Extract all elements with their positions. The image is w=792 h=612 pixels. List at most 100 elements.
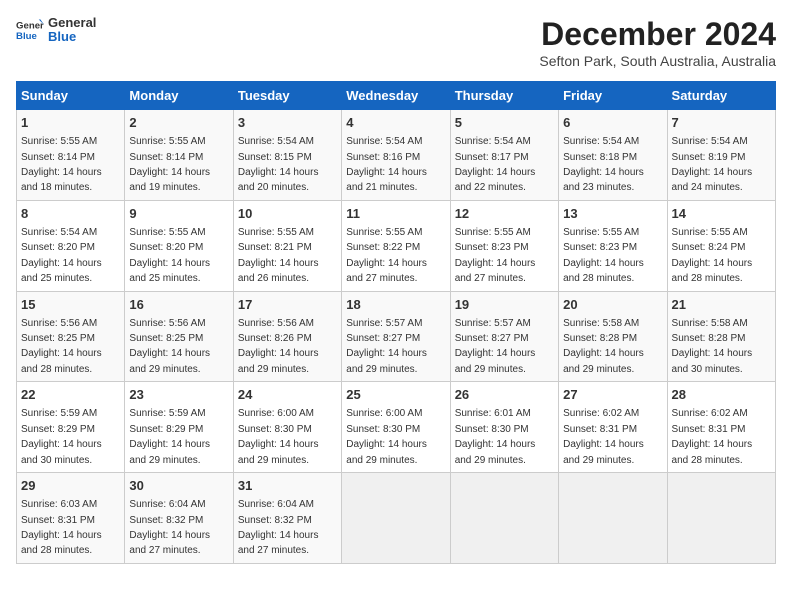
- day-number: 31: [238, 477, 337, 495]
- col-thursday: Thursday: [450, 82, 558, 110]
- table-row: 11 Sunrise: 5:55 AMSunset: 8:22 PMDaylig…: [342, 200, 450, 291]
- location-title: Sefton Park, South Australia, Australia: [539, 53, 776, 69]
- table-row: [342, 473, 450, 564]
- col-saturday: Saturday: [667, 82, 775, 110]
- day-number: 11: [346, 205, 445, 223]
- day-info: Sunrise: 5:58 AMSunset: 8:28 PMDaylight:…: [563, 318, 644, 375]
- logo-line1: General: [48, 16, 96, 30]
- table-row: 21 Sunrise: 5:58 AMSunset: 8:28 PMDaylig…: [667, 291, 775, 382]
- table-row: 2 Sunrise: 5:55 AMSunset: 8:14 PMDayligh…: [125, 110, 233, 201]
- table-row: 23 Sunrise: 5:59 AMSunset: 8:29 PMDaylig…: [125, 382, 233, 473]
- day-number: 4: [346, 114, 445, 132]
- svg-text:Blue: Blue: [16, 31, 37, 42]
- month-title: December 2024: [539, 16, 776, 53]
- day-number: 16: [129, 296, 228, 314]
- day-info: Sunrise: 6:04 AMSunset: 8:32 PMDaylight:…: [129, 499, 210, 556]
- table-row: [450, 473, 558, 564]
- table-row: 9 Sunrise: 5:55 AMSunset: 8:20 PMDayligh…: [125, 200, 233, 291]
- day-info: Sunrise: 6:00 AMSunset: 8:30 PMDaylight:…: [346, 408, 427, 465]
- table-row: 4 Sunrise: 5:54 AMSunset: 8:16 PMDayligh…: [342, 110, 450, 201]
- day-info: Sunrise: 5:55 AMSunset: 8:14 PMDaylight:…: [21, 136, 102, 193]
- day-number: 30: [129, 477, 228, 495]
- table-row: [667, 473, 775, 564]
- day-info: Sunrise: 5:56 AMSunset: 8:25 PMDaylight:…: [129, 318, 210, 375]
- table-row: 19 Sunrise: 5:57 AMSunset: 8:27 PMDaylig…: [450, 291, 558, 382]
- logo-icon: General Blue: [16, 16, 44, 44]
- day-info: Sunrise: 6:00 AMSunset: 8:30 PMDaylight:…: [238, 408, 319, 465]
- day-info: Sunrise: 5:54 AMSunset: 8:18 PMDaylight:…: [563, 136, 644, 193]
- page-header: General Blue General Blue December 2024 …: [16, 16, 776, 69]
- day-info: Sunrise: 5:55 AMSunset: 8:21 PMDaylight:…: [238, 227, 319, 284]
- day-number: 7: [672, 114, 771, 132]
- day-number: 23: [129, 386, 228, 404]
- calendar-week-2: 8 Sunrise: 5:54 AMSunset: 8:20 PMDayligh…: [17, 200, 776, 291]
- day-number: 10: [238, 205, 337, 223]
- day-number: 25: [346, 386, 445, 404]
- day-info: Sunrise: 5:56 AMSunset: 8:25 PMDaylight:…: [21, 318, 102, 375]
- day-number: 12: [455, 205, 554, 223]
- day-info: Sunrise: 5:56 AMSunset: 8:26 PMDaylight:…: [238, 318, 319, 375]
- table-row: 10 Sunrise: 5:55 AMSunset: 8:21 PMDaylig…: [233, 200, 341, 291]
- table-row: 15 Sunrise: 5:56 AMSunset: 8:25 PMDaylig…: [17, 291, 125, 382]
- day-info: Sunrise: 5:57 AMSunset: 8:27 PMDaylight:…: [455, 318, 536, 375]
- day-number: 6: [563, 114, 662, 132]
- day-info: Sunrise: 5:55 AMSunset: 8:23 PMDaylight:…: [455, 227, 536, 284]
- day-number: 22: [21, 386, 120, 404]
- title-area: December 2024 Sefton Park, South Austral…: [539, 16, 776, 69]
- table-row: 8 Sunrise: 5:54 AMSunset: 8:20 PMDayligh…: [17, 200, 125, 291]
- day-info: Sunrise: 5:59 AMSunset: 8:29 PMDaylight:…: [129, 408, 210, 465]
- day-number: 8: [21, 205, 120, 223]
- table-row: 24 Sunrise: 6:00 AMSunset: 8:30 PMDaylig…: [233, 382, 341, 473]
- table-row: 12 Sunrise: 5:55 AMSunset: 8:23 PMDaylig…: [450, 200, 558, 291]
- day-number: 2: [129, 114, 228, 132]
- col-wednesday: Wednesday: [342, 82, 450, 110]
- table-row: 31 Sunrise: 6:04 AMSunset: 8:32 PMDaylig…: [233, 473, 341, 564]
- table-row: 26 Sunrise: 6:01 AMSunset: 8:30 PMDaylig…: [450, 382, 558, 473]
- logo-line2: Blue: [48, 30, 96, 44]
- table-row: 29 Sunrise: 6:03 AMSunset: 8:31 PMDaylig…: [17, 473, 125, 564]
- day-info: Sunrise: 5:54 AMSunset: 8:15 PMDaylight:…: [238, 136, 319, 193]
- day-info: Sunrise: 5:55 AMSunset: 8:23 PMDaylight:…: [563, 227, 644, 284]
- day-info: Sunrise: 6:04 AMSunset: 8:32 PMDaylight:…: [238, 499, 319, 556]
- day-number: 29: [21, 477, 120, 495]
- day-number: 9: [129, 205, 228, 223]
- day-info: Sunrise: 6:03 AMSunset: 8:31 PMDaylight:…: [21, 499, 102, 556]
- logo: General Blue General Blue: [16, 16, 96, 45]
- day-number: 17: [238, 296, 337, 314]
- table-row: 22 Sunrise: 5:59 AMSunset: 8:29 PMDaylig…: [17, 382, 125, 473]
- day-info: Sunrise: 5:54 AMSunset: 8:17 PMDaylight:…: [455, 136, 536, 193]
- day-info: Sunrise: 5:55 AMSunset: 8:24 PMDaylight:…: [672, 227, 753, 284]
- day-number: 19: [455, 296, 554, 314]
- day-info: Sunrise: 5:55 AMSunset: 8:22 PMDaylight:…: [346, 227, 427, 284]
- day-info: Sunrise: 5:54 AMSunset: 8:19 PMDaylight:…: [672, 136, 753, 193]
- day-info: Sunrise: 5:54 AMSunset: 8:16 PMDaylight:…: [346, 136, 427, 193]
- table-row: 3 Sunrise: 5:54 AMSunset: 8:15 PMDayligh…: [233, 110, 341, 201]
- day-number: 3: [238, 114, 337, 132]
- col-sunday: Sunday: [17, 82, 125, 110]
- day-info: Sunrise: 5:54 AMSunset: 8:20 PMDaylight:…: [21, 227, 102, 284]
- day-number: 15: [21, 296, 120, 314]
- table-row: 16 Sunrise: 5:56 AMSunset: 8:25 PMDaylig…: [125, 291, 233, 382]
- day-number: 18: [346, 296, 445, 314]
- table-row: 30 Sunrise: 6:04 AMSunset: 8:32 PMDaylig…: [125, 473, 233, 564]
- calendar-week-1: 1 Sunrise: 5:55 AMSunset: 8:14 PMDayligh…: [17, 110, 776, 201]
- day-info: Sunrise: 5:57 AMSunset: 8:27 PMDaylight:…: [346, 318, 427, 375]
- day-number: 24: [238, 386, 337, 404]
- col-friday: Friday: [559, 82, 667, 110]
- table-row: 17 Sunrise: 5:56 AMSunset: 8:26 PMDaylig…: [233, 291, 341, 382]
- day-number: 14: [672, 205, 771, 223]
- table-row: 18 Sunrise: 5:57 AMSunset: 8:27 PMDaylig…: [342, 291, 450, 382]
- day-info: Sunrise: 5:55 AMSunset: 8:14 PMDaylight:…: [129, 136, 210, 193]
- col-tuesday: Tuesday: [233, 82, 341, 110]
- calendar-week-5: 29 Sunrise: 6:03 AMSunset: 8:31 PMDaylig…: [17, 473, 776, 564]
- col-monday: Monday: [125, 82, 233, 110]
- day-info: Sunrise: 6:02 AMSunset: 8:31 PMDaylight:…: [672, 408, 753, 465]
- table-row: 1 Sunrise: 5:55 AMSunset: 8:14 PMDayligh…: [17, 110, 125, 201]
- header-row: Sunday Monday Tuesday Wednesday Thursday…: [17, 82, 776, 110]
- calendar-table: Sunday Monday Tuesday Wednesday Thursday…: [16, 81, 776, 564]
- table-row: 5 Sunrise: 5:54 AMSunset: 8:17 PMDayligh…: [450, 110, 558, 201]
- table-row: 14 Sunrise: 5:55 AMSunset: 8:24 PMDaylig…: [667, 200, 775, 291]
- day-number: 20: [563, 296, 662, 314]
- day-info: Sunrise: 6:01 AMSunset: 8:30 PMDaylight:…: [455, 408, 536, 465]
- day-info: Sunrise: 5:58 AMSunset: 8:28 PMDaylight:…: [672, 318, 753, 375]
